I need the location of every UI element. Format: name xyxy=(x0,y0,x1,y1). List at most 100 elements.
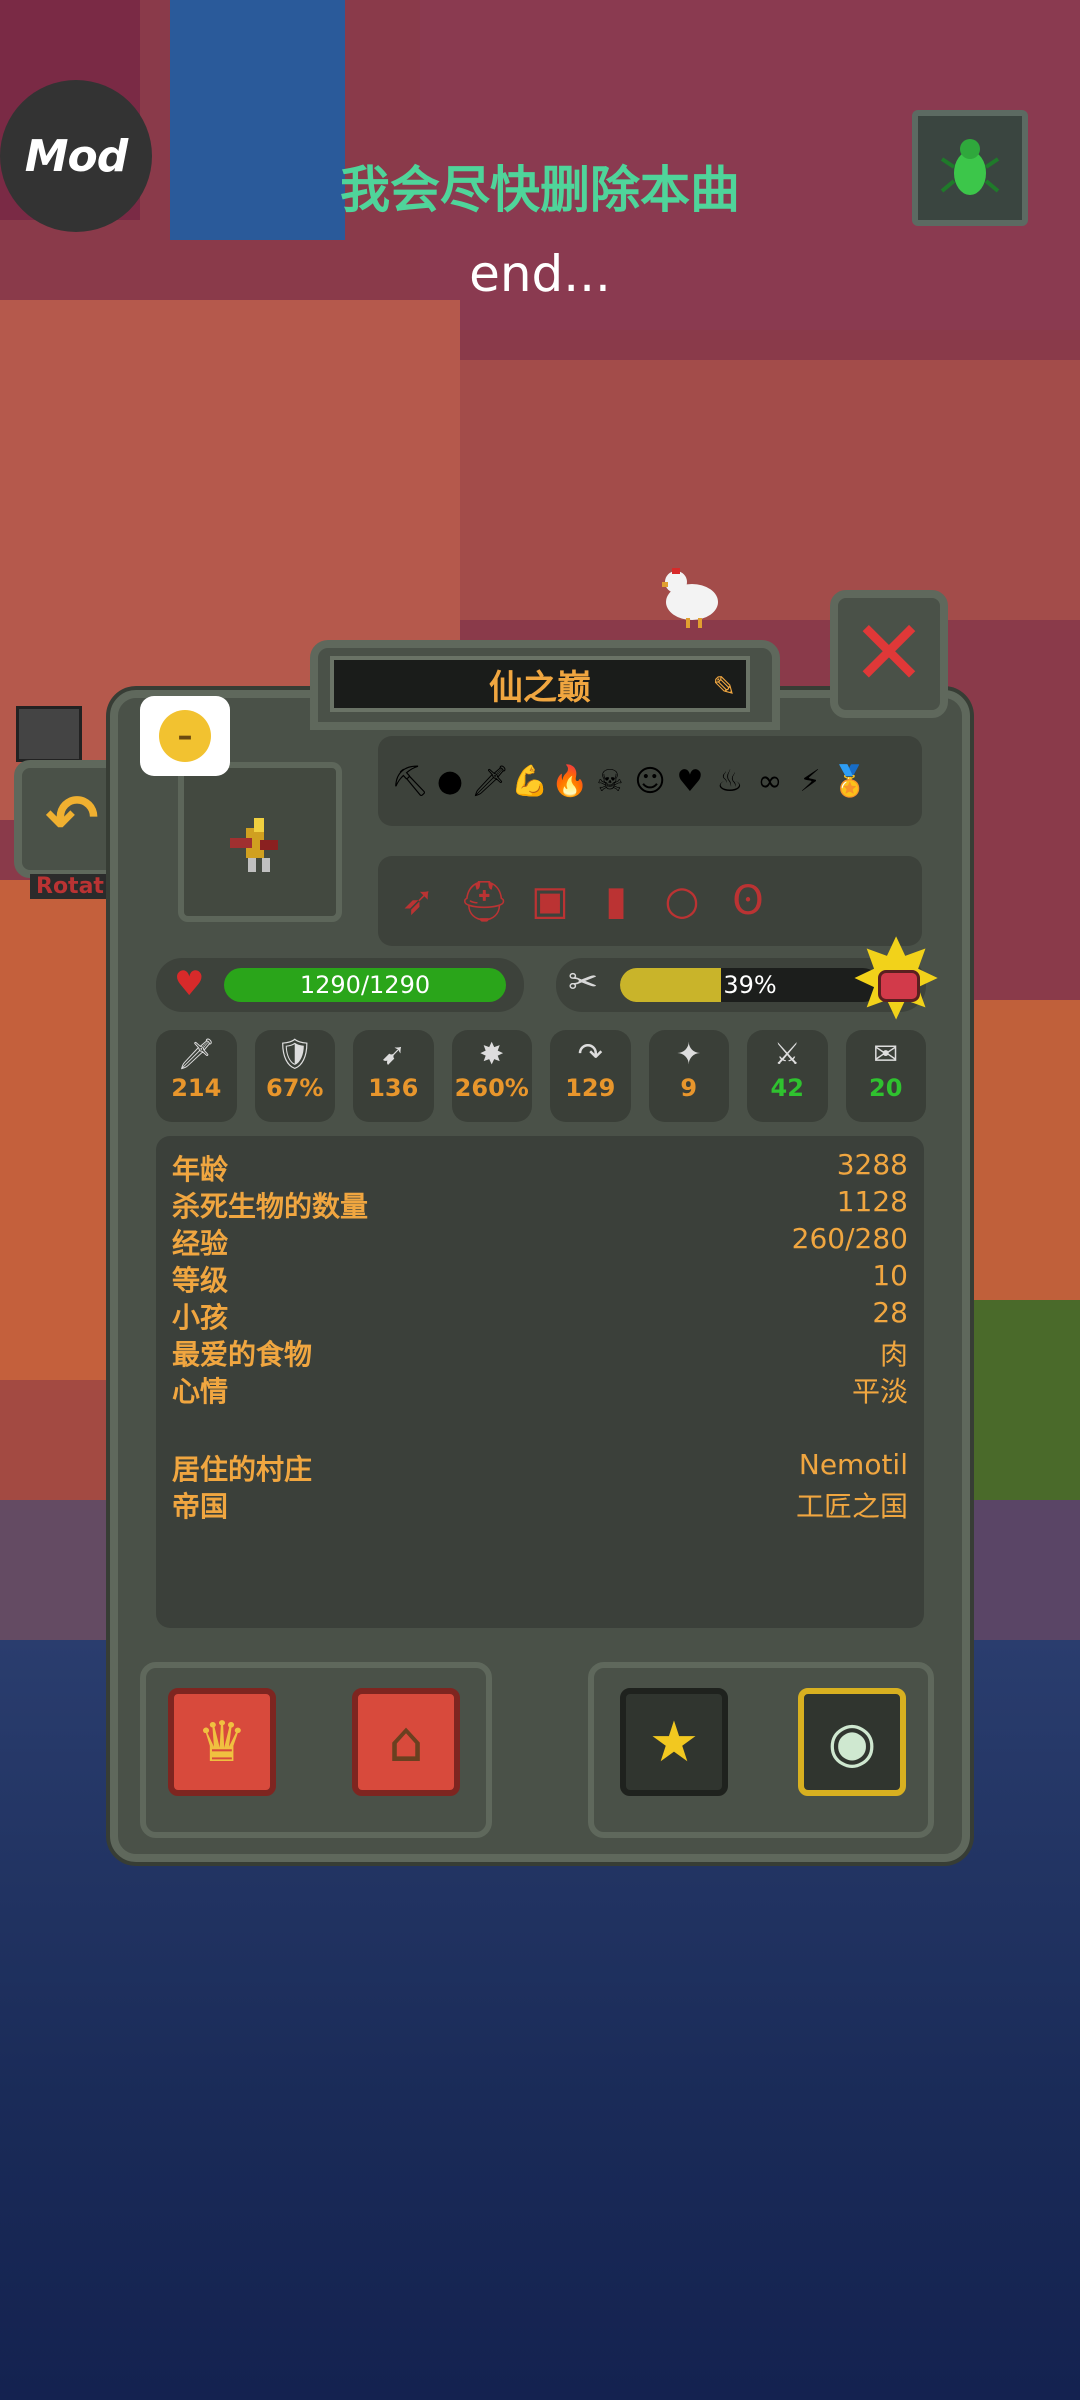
rotate-label: Rotat xyxy=(30,874,110,899)
stat-value: 260% xyxy=(454,1074,529,1102)
flame-witch-icon[interactable]: ♨ xyxy=(712,756,748,806)
stat-value: 136 xyxy=(368,1074,419,1102)
stat-value: 42 xyxy=(770,1074,804,1102)
unit-name-field[interactable]: 仙之巅 ✎ xyxy=(330,656,750,712)
fork-knife-icon: ✂ xyxy=(568,962,599,1003)
village-button[interactable]: ⌂ xyxy=(352,1688,460,1796)
stat-value: 129 xyxy=(565,1074,616,1102)
info-label: 年龄 xyxy=(172,1153,229,1186)
chicken-sprite[interactable] xyxy=(656,560,726,630)
amulet-icon[interactable]: ʘ xyxy=(722,871,774,931)
meat-icon xyxy=(878,970,920,1002)
edit-icon[interactable]: ✎ xyxy=(713,670,736,703)
info-value: 10 xyxy=(872,1259,908,1292)
eye-icon: ◉ xyxy=(827,1709,877,1775)
bow-icon[interactable]: ➶ xyxy=(392,871,444,931)
stat-speed-wing[interactable]: ➹ 136 xyxy=(353,1030,434,1122)
stat-range[interactable]: ✦ 9 xyxy=(648,1030,729,1122)
info-value: 28 xyxy=(872,1296,908,1329)
stat-kills-swords[interactable]: ⚔ 42 xyxy=(747,1030,828,1122)
crit-star-icon: ✸ xyxy=(479,1037,505,1072)
ring-icon[interactable]: ○ xyxy=(656,871,708,931)
favorite-food-star-icon: ✸ xyxy=(850,925,942,1035)
infinity-icon[interactable]: ∞ xyxy=(752,756,788,806)
stat-damage-sword[interactable]: 🗡 214 xyxy=(156,1030,237,1122)
equipment-bar: ➶ ⛑ ▣ ▮ ○ ʘ xyxy=(378,856,922,946)
info-label: 杀死生物的数量 xyxy=(172,1190,369,1223)
info-value: 1128 xyxy=(836,1185,908,1218)
song-subtitle: end... xyxy=(469,245,611,303)
info-label: 最爱的食物 xyxy=(172,1338,313,1371)
minimized-unit-icon[interactable] xyxy=(16,706,82,762)
fire-face-icon[interactable]: 🔥 xyxy=(551,756,588,806)
close-icon: ✕ xyxy=(851,601,927,706)
lightning-icon[interactable]: ⚡ xyxy=(792,756,828,806)
dagger-icon[interactable]: 🗡 xyxy=(471,756,509,806)
follow-eye-button[interactable]: ◉ xyxy=(798,1688,906,1796)
stat-value: 214 xyxy=(171,1074,222,1102)
stat-diplomacy-scroll[interactable]: ✉ 20 xyxy=(845,1030,926,1122)
diplomacy-scroll-icon: ✉ xyxy=(873,1037,899,1072)
health-text: 1290/1290 xyxy=(299,971,431,999)
health-bar: 1290/1290 xyxy=(224,968,506,1002)
unit-portrait[interactable] xyxy=(178,762,342,922)
kills-swords-icon: ⚔ xyxy=(773,1037,801,1072)
info-label: 心情 xyxy=(172,1375,229,1408)
green-bug-icon xyxy=(940,139,1000,195)
info-label: 小孩 xyxy=(172,1301,229,1334)
skull-face-icon[interactable]: ☠ xyxy=(592,756,628,806)
ghost-icon[interactable]: ● xyxy=(432,756,468,806)
info-row: 等级 10 xyxy=(172,1259,908,1297)
favorite-star-button[interactable]: ★ xyxy=(620,1688,728,1796)
info-row: 心情 平淡 xyxy=(172,1370,908,1408)
stat-armor-shield[interactable]: 🛡 67% xyxy=(254,1030,335,1122)
traits-bar: ⛏ ● 🗡 💪 🔥 ☠ ☺ ♥ ♨ ∞ ⚡ 🏅 xyxy=(378,736,922,826)
info-label: 居住的村庄 xyxy=(172,1453,313,1486)
king-crown-button[interactable]: ♛ xyxy=(168,1688,276,1796)
stat-value: 20 xyxy=(869,1074,903,1102)
health-bar-container: ♥ 1290/1290 xyxy=(156,958,524,1012)
info-label: 等级 xyxy=(172,1264,229,1297)
info-panel: 年龄 3288 杀死生物的数量 1128 经验 260/280 等级 10 小孩 28 最爱的食物 肉… xyxy=(156,1136,924,1628)
info-row: 经验 260/280 xyxy=(172,1222,908,1260)
range-icon: ✦ xyxy=(676,1037,702,1072)
heart-icon: ♥ xyxy=(174,964,205,1004)
unit-sprite-icon xyxy=(230,818,278,872)
info-row: 杀死生物的数量 1128 xyxy=(172,1185,908,1223)
close-button[interactable]: ✕ xyxy=(830,590,948,718)
bug-power-button[interactable] xyxy=(912,110,1028,226)
info-label: 帝国 xyxy=(172,1490,229,1523)
village-house-icon: ⌂ xyxy=(388,1709,424,1775)
stat-value: 9 xyxy=(680,1074,698,1102)
armor-icon[interactable]: ▣ xyxy=(524,871,576,931)
info-value: 平淡 xyxy=(851,1375,908,1408)
stats-row: 🗡 214 🛡 67% ➹ 136 ✸ 260% ↷ 129 ✦ 9 ⚔ 42 ✉ 20 xyxy=(156,1030,926,1122)
neutral-face-icon: – xyxy=(159,710,211,762)
stat-value: 67% xyxy=(266,1074,324,1102)
pickaxe-icon[interactable]: ⛏ xyxy=(391,756,429,806)
info-value: 3288 xyxy=(836,1148,908,1181)
info-row: 帝国 工匠之国 xyxy=(172,1485,908,1523)
unit-name: 仙之巅 xyxy=(489,667,591,708)
heart-star-icon[interactable]: ♥ xyxy=(672,756,708,806)
stat-crit-star[interactable]: ✸ 260% xyxy=(451,1030,532,1122)
mood-bubble[interactable]: – xyxy=(140,696,230,776)
hunger-text: 39% xyxy=(723,971,777,999)
medal-icon[interactable]: 🏅 xyxy=(831,756,868,806)
info-row: 居住的村庄 Nemotil xyxy=(172,1448,908,1486)
star-icon: ★ xyxy=(648,1709,700,1775)
info-row: 最爱的食物 肉 xyxy=(172,1333,908,1371)
helmet-icon[interactable]: ⛑ xyxy=(458,871,510,931)
info-value: Nemotil xyxy=(798,1448,908,1481)
blonde-face-icon[interactable]: ☺ xyxy=(632,756,668,806)
info-value: 工匠之国 xyxy=(795,1490,908,1523)
back-arrow-icon: ↶ xyxy=(45,782,99,856)
hunger-bar: 39% xyxy=(620,968,880,1002)
strong-arm-icon[interactable]: 💪 xyxy=(511,756,548,806)
stat-attack-speed[interactable]: ↷ 129 xyxy=(550,1030,631,1122)
info-label: 经验 xyxy=(172,1227,229,1260)
info-value: 260/280 xyxy=(791,1222,908,1255)
boots-icon[interactable]: ▮ xyxy=(590,871,642,931)
damage-sword-icon: 🗡 xyxy=(177,1037,216,1072)
armor-shield-icon: 🛡 xyxy=(275,1037,314,1072)
